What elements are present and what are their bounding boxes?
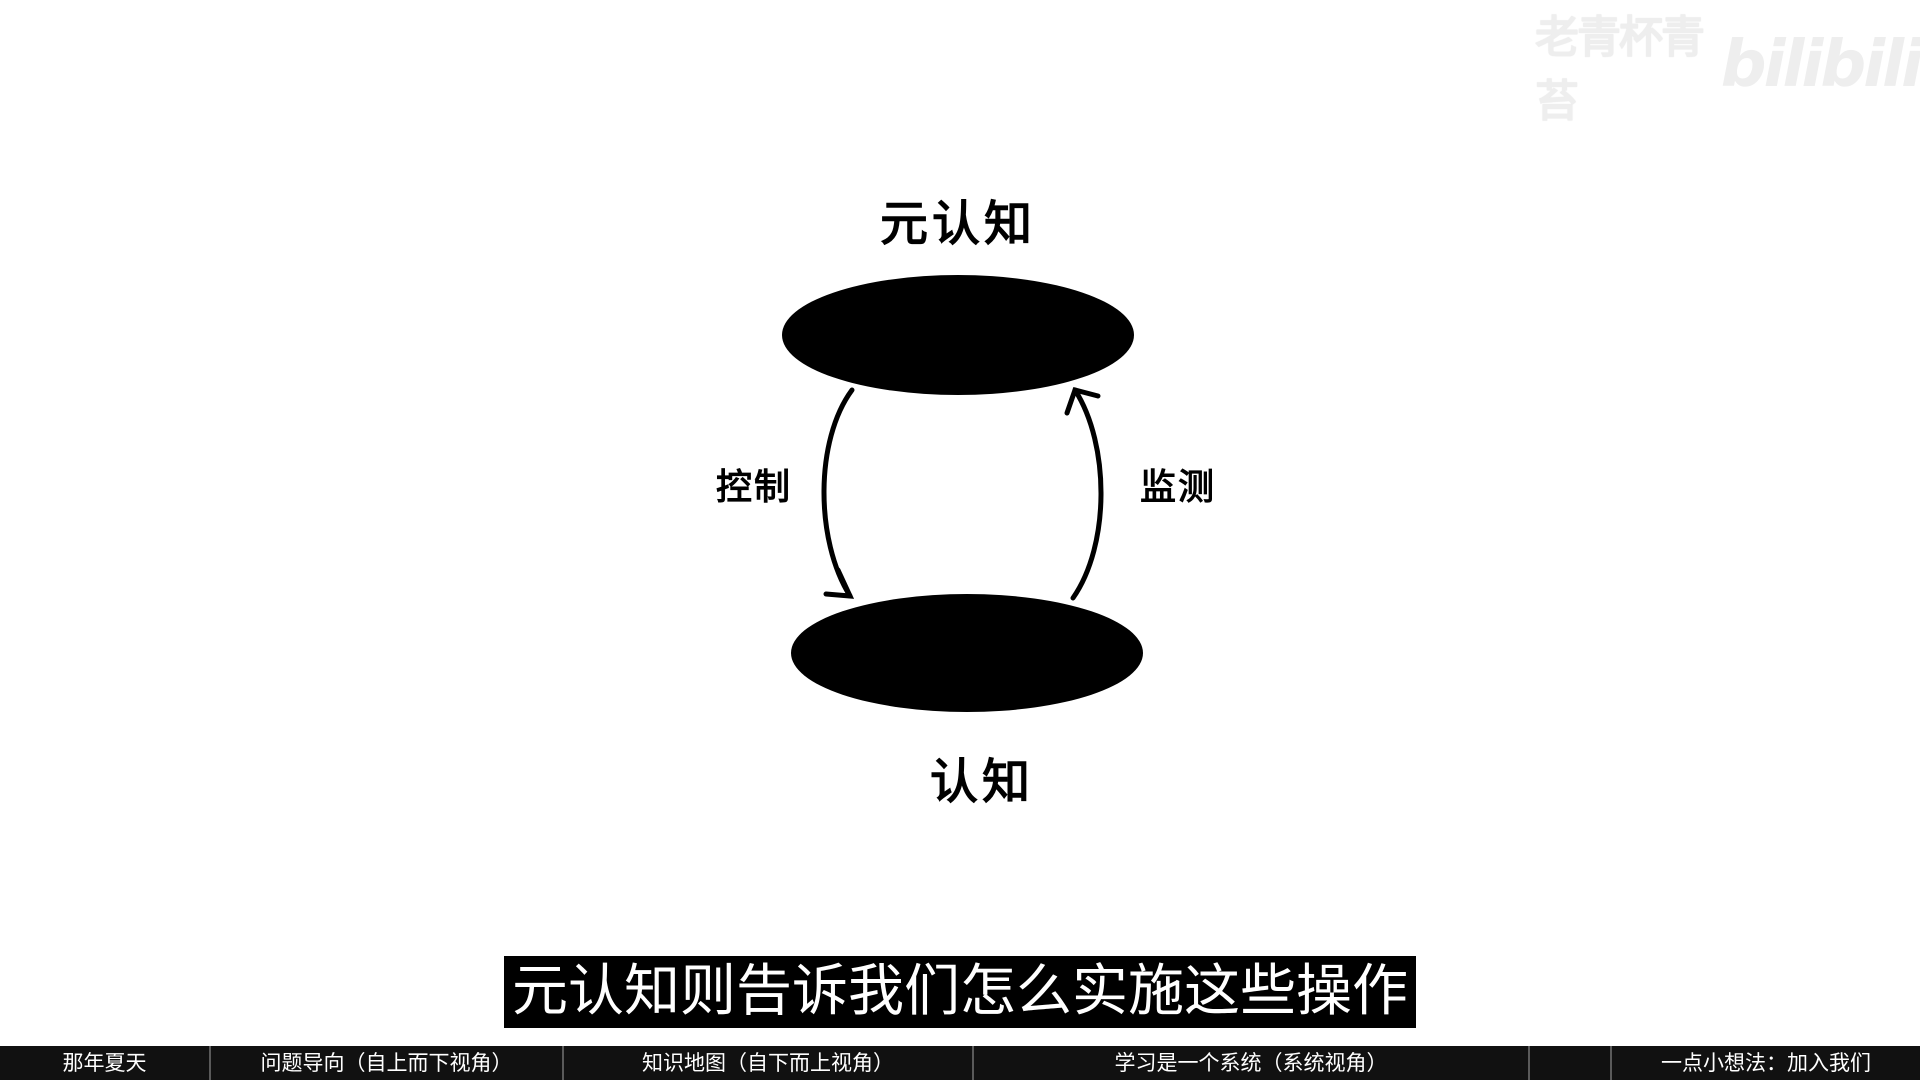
chapter-segment-6[interactable]: 一点小想法：加入我们 <box>1612 1046 1920 1080</box>
metacognition-ellipse <box>782 275 1134 395</box>
control-label: 控制 <box>716 467 793 508</box>
monitor-arrow <box>1064 386 1104 601</box>
chapter-segment-4[interactable]: 学习是一个系统（系统视角） <box>974 1046 1530 1080</box>
channel-watermark: 老青杯青苔 bilibili <box>1535 12 1920 127</box>
cognition-ellipse <box>791 594 1143 712</box>
subtitle-caption: 元认知则告诉我们怎么实施这些操作 <box>504 956 1416 1028</box>
metacognition-diagram <box>782 275 1143 712</box>
video-frame[interactable]: 老青杯青苔 bilibili 元认知 认知 控制 监测 元认知则告诉我们怎么实施… <box>0 0 1920 1080</box>
chapter-segment-5[interactable] <box>1530 1046 1612 1080</box>
chapter-segment-2[interactable]: 问题导向（自上而下视角） <box>211 1046 564 1080</box>
control-arrow <box>821 387 855 599</box>
bilibili-logo: bilibili <box>1720 28 1920 102</box>
monitor-label: 监测 <box>1140 467 1217 508</box>
metacognition-label: 元认知 <box>880 196 1037 252</box>
chapter-segment-1[interactable]: 那年夏天 <box>0 1046 211 1080</box>
chapter-segment-3[interactable]: 知识地图（自下而上视角） <box>564 1046 974 1080</box>
cognition-label: 认知 <box>930 754 1035 810</box>
watermark-author: 老青杯青苔 <box>1535 12 1705 127</box>
chapter-progress-bar[interactable]: 那年夏天 问题导向（自上而下视角） 知识地图（自下而上视角） 学习是一个系统（系… <box>0 1046 1920 1080</box>
